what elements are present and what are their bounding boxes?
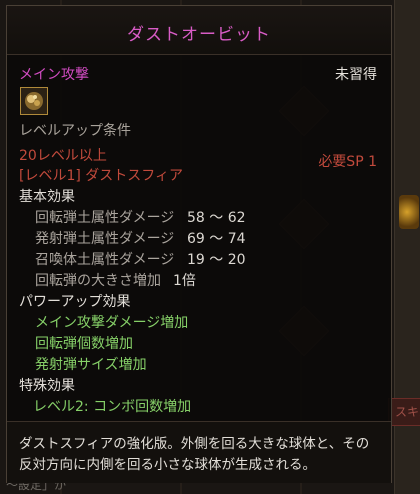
description-box: ダストスフィアの強化版。外側を回る大きな球体と、その反対方向に内側を回る小さな球… — [7, 421, 391, 483]
stat-name: 発射弾土属性ダメージ — [35, 231, 175, 247]
orb-icon — [399, 195, 419, 229]
skill-title: ダストオービット — [127, 25, 271, 45]
skill-type-label: メイン攻撃 — [19, 67, 89, 83]
skill-tooltip: ダストオービット メイン攻撃 未習得 レベルアップ条件 20レベル以上 必要SP… — [6, 5, 392, 483]
skill-description: ダストスフィアの強化版。外側を回る大きな球体と、その反対方向に内側を回る小さな球… — [19, 436, 370, 473]
special-effect-item: レベル2: コンボ回数増加 — [33, 399, 192, 415]
stat-name: 回転弾土属性ダメージ — [35, 210, 175, 226]
powerup-effects-heading: パワーアップ効果 — [19, 294, 131, 310]
required-level: 20レベル以上 — [19, 148, 107, 164]
level-up-heading: レベルアップ条件 — [19, 123, 131, 139]
stat-value: 19 ～ 20 — [187, 252, 246, 268]
powerup-item: 回転弾個数増加 — [35, 336, 133, 352]
required-sp: 必要SP 1 — [318, 154, 377, 170]
special-effects-heading: 特殊効果 — [19, 378, 75, 394]
stat-name: 回転弾の大きさ増加 — [35, 273, 161, 289]
powerup-item: 発射弾サイズ増加 — [35, 357, 147, 373]
required-skill: [レベル1] ダストスフィア — [19, 168, 184, 184]
basic-effects-heading: 基本効果 — [19, 189, 75, 205]
tooltip-title-bar: ダストオービット — [7, 6, 391, 55]
stat-name: 召喚体土属性ダメージ — [35, 252, 175, 268]
powerup-item: メイン攻撃ダメージ増加 — [35, 315, 189, 331]
dust-orbit-skill-icon — [20, 87, 48, 115]
stat-value: 69 ～ 74 — [187, 231, 246, 247]
stat-value: 1倍 — [173, 273, 196, 289]
learn-status: 未習得 — [335, 67, 377, 83]
skill-reset-button[interactable]: スキル初期化 — [388, 398, 420, 426]
stat-value: 58 ～ 62 — [187, 210, 246, 226]
